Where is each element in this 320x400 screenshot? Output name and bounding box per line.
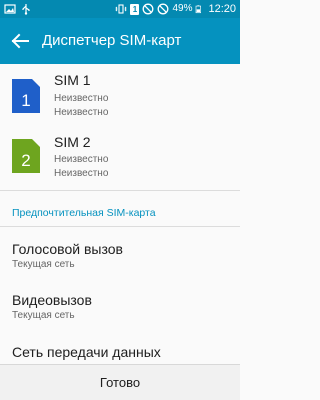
sim-name: SIM 2 [54, 134, 91, 150]
sim-status-line1: Неизвестно [54, 93, 109, 104]
page-title: Диспетчер SIM-карт [42, 32, 182, 49]
no-entry-icon [143, 3, 154, 15]
item-subtitle: Текущая сеть [12, 310, 75, 321]
sim-status-line1: Неизвестно [54, 154, 109, 165]
video-call-item[interactable]: Видеовызов Текущая сеть [0, 291, 240, 337]
divider [0, 190, 240, 191]
no-signal-icon [158, 3, 169, 15]
voice-call-item[interactable]: Голосовой вызов Текущая сеть [0, 240, 240, 286]
battery-icon [196, 5, 202, 14]
item-title: Видеовызов [12, 292, 92, 308]
data-network-item[interactable]: Сеть передачи данных [0, 343, 240, 364]
arrow-left-icon[interactable] [8, 29, 32, 53]
sim-1-item[interactable]: 1 SIM 1 Неизвестно Неизвестно [0, 68, 240, 128]
done-button[interactable]: Готово [0, 365, 240, 400]
item-subtitle: Текущая сеть [12, 259, 75, 270]
clock: 12:20 [208, 3, 236, 15]
sim-icon: 1 [130, 3, 140, 15]
sim-2-item[interactable]: 2 SIM 2 Неизвестно Неизвестно [0, 128, 240, 188]
divider [0, 226, 240, 227]
sim-card-icon: 2 [12, 139, 40, 173]
vibrate-icon [115, 4, 128, 14]
app-bar: Диспетчер SIM-карт [0, 18, 240, 64]
svg-text:1: 1 [21, 91, 30, 110]
sim-card-icon: 1 [12, 79, 40, 113]
battery-percent: 49% [172, 3, 193, 14]
section-header: Предпочтительная SIM-карта [12, 207, 156, 219]
sim-status-line2: Неизвестно [54, 168, 109, 179]
svg-text:2: 2 [21, 151, 30, 170]
sim-status-line2: Неизвестно [54, 107, 109, 118]
item-title: Сеть передачи данных [12, 344, 161, 360]
status-bar: 1 49% 12:20 [0, 0, 240, 18]
image-icon [4, 4, 16, 14]
sim-name: SIM 1 [54, 72, 91, 88]
bottom-bar: Готово [0, 364, 240, 400]
usb-icon [22, 4, 30, 15]
item-title: Голосовой вызов [12, 241, 123, 257]
